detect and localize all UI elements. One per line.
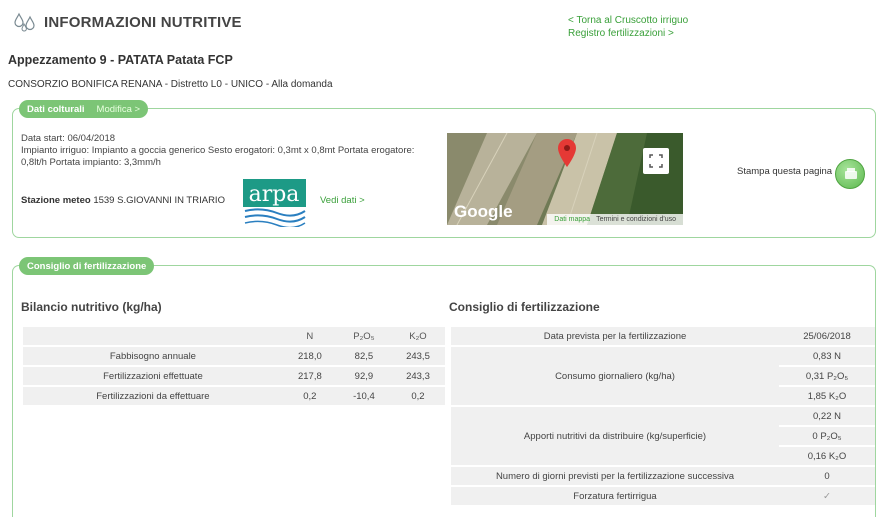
balance-title: Bilancio nutritivo (kg/ha)	[21, 300, 162, 314]
see-weather-data-link[interactable]: Vedi dati >	[320, 195, 365, 206]
water-drops-icon	[14, 12, 35, 32]
fullscreen-button[interactable]	[643, 148, 669, 174]
col-header-n: N	[282, 327, 337, 345]
plot-title: Appezzamento 9 - PATATA Patata FCP	[8, 53, 233, 67]
consorzio-info: CONSORZIO BONIFICA RENANA - Distretto L0…	[8, 79, 333, 90]
table-row: Numero di giorni previsti per la fertili…	[451, 467, 875, 485]
col-header-p2o5: P₂O₅	[336, 327, 391, 345]
map-data-link[interactable]: Dati mappa	[554, 216, 590, 223]
table-row: Apporti nutritivi da distribuire (kg/sup…	[451, 407, 875, 465]
fullscreen-icon	[649, 154, 663, 168]
map-widget[interactable]: Google Dati mappa Termini e condizioni d…	[447, 133, 683, 225]
table-row: Forzatura fertirrigua ✓	[451, 487, 875, 505]
table-row: Fertilizzazioni effettuate 217,8 92,9 24…	[23, 367, 445, 385]
svg-text:arpa: arpa	[249, 182, 300, 207]
top-links: < Torna al Cruscotto irriguo Registro fe…	[568, 14, 688, 40]
col-header-k2o: K₂O	[390, 327, 445, 345]
table-row: Data prevista per la fertilizzazione 25/…	[451, 327, 875, 345]
table-header-row: N P₂O₅ K₂O	[23, 327, 445, 345]
fertilization-panel: Consiglio di fertilizzazione Bilancio nu…	[12, 257, 876, 517]
table-row: Consumo giornaliero (kg/ha) 0,83 N	[451, 347, 875, 405]
weather-station-value: 1539 S.GIOVANNI IN TRIARIO	[93, 195, 225, 206]
nutrient-balance-table: N P₂O₅ K₂O Fabbisogno annuale 218,0 82,5…	[23, 325, 445, 407]
back-to-dashboard-link[interactable]: < Torna al Cruscotto irriguo	[568, 14, 688, 27]
table-row: Fertilizzazioni da effettuare 0,2 -10,4 …	[23, 387, 445, 405]
table-row: Fabbisogno annuale 218,0 82,5 243,5	[23, 347, 445, 365]
start-date: Data start: 06/04/2018	[21, 133, 116, 144]
print-button[interactable]	[835, 159, 865, 189]
advice-title: Consiglio di fertilizzazione	[449, 300, 600, 314]
crop-data-tab-label: Dati colturali	[27, 103, 85, 115]
crop-data-text: Data start: 06/04/2018 Impianto irriguo:…	[21, 133, 436, 169]
irrigation-info: Impianto irriguo: Impianto a goccia gene…	[21, 145, 415, 168]
print-icon	[845, 168, 857, 179]
weather-station-label: Stazione meteo	[21, 195, 91, 206]
crop-data-tab: Dati colturali Modifica >	[19, 100, 149, 118]
fertilization-advice-table: Data prevista per la fertilizzazione 25/…	[451, 325, 875, 507]
page-title: INFORMAZIONI NUTRITIVE	[44, 13, 242, 31]
google-logo: Google	[454, 202, 513, 221]
weather-station: Stazione meteo 1539 S.GIOVANNI IN TRIARI…	[21, 195, 225, 206]
arpa-logo[interactable]: arpa	[243, 177, 306, 227]
crop-data-panel: Dati colturali Modifica > Data start: 06…	[12, 100, 876, 238]
print-label: Stampa questa pagina	[737, 166, 833, 177]
page-header: INFORMAZIONI NUTRITIVE	[14, 10, 242, 34]
fertilization-tab-label: Consiglio di fertilizzazione	[27, 260, 147, 272]
forced-fertigation-checkbox[interactable]: ✓	[779, 487, 875, 505]
map-attribution: Dati mappa Termini e condizioni d'uso	[547, 214, 683, 225]
fertilization-registry-link[interactable]: Registro fertilizzazioni >	[568, 27, 688, 40]
fertilization-tab: Consiglio di fertilizzazione	[19, 257, 155, 275]
map-terms-link[interactable]: Termini e condizioni d'uso	[596, 216, 676, 223]
edit-crop-data-link[interactable]: Modifica >	[97, 104, 141, 115]
